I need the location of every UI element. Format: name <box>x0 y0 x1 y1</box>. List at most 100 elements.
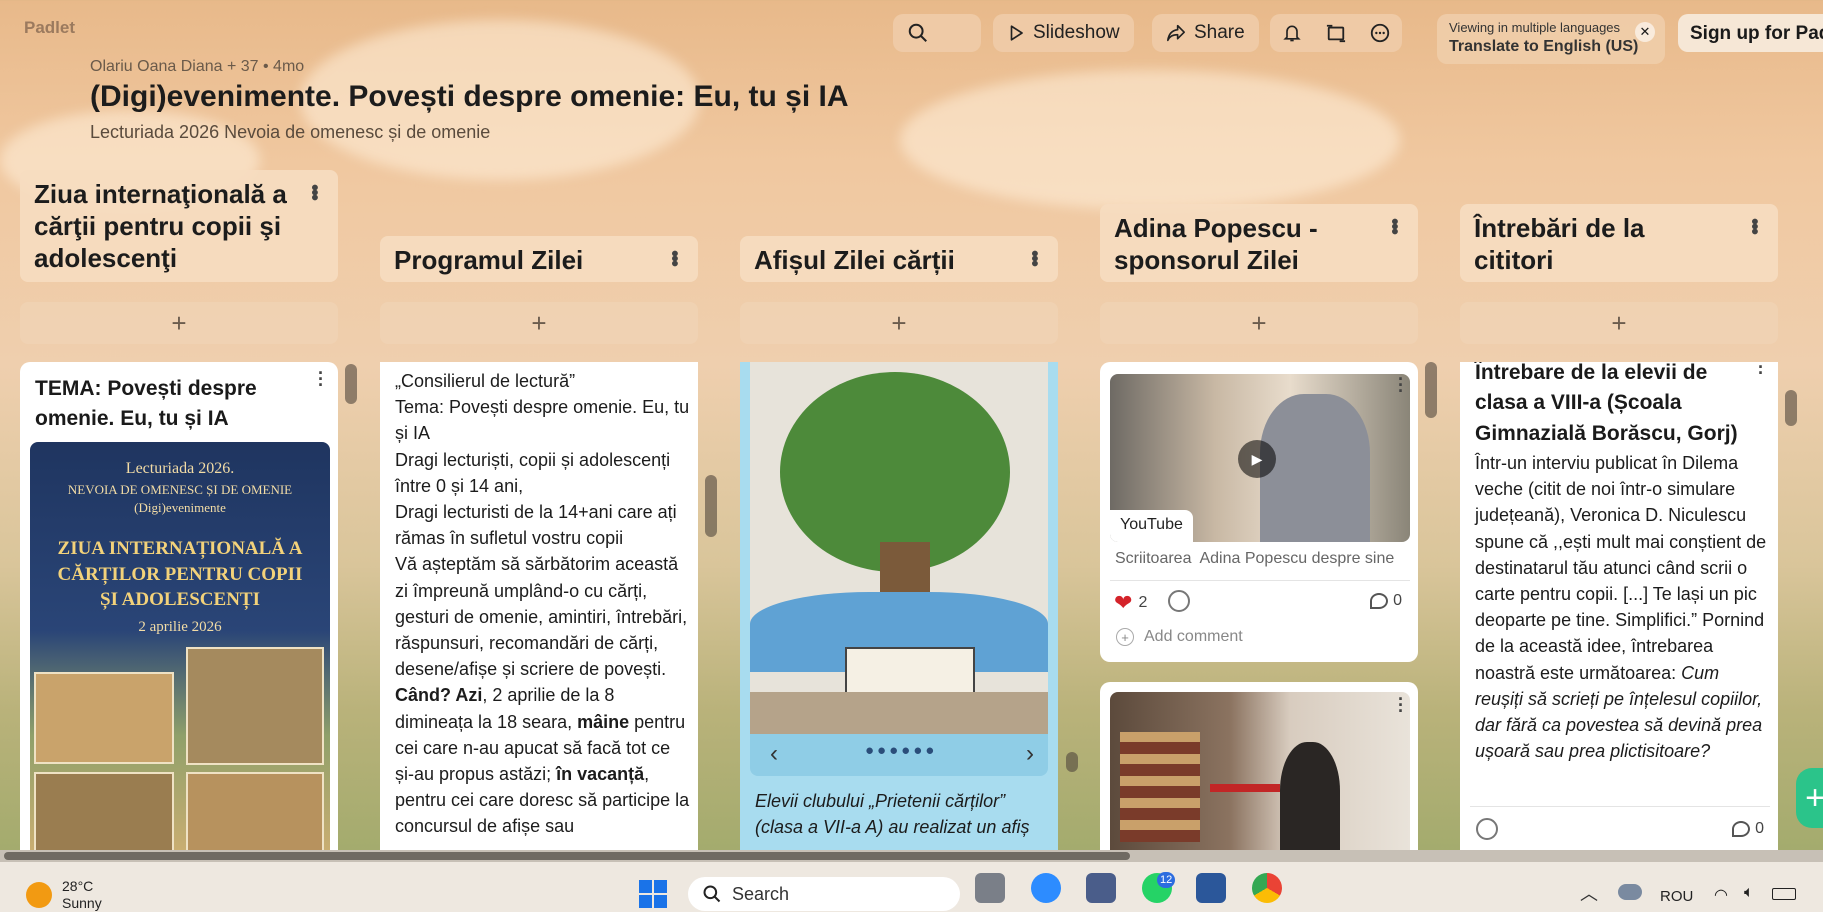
slideshow-button[interactable]: Slideshow <box>993 14 1134 52</box>
column-title: Adina Popescu - sponsorul Zilei <box>1114 213 1318 276</box>
add-post-button[interactable]: + <box>1460 302 1778 344</box>
bold-text: Când? Azi <box>395 685 483 706</box>
snipping-tool-icon[interactable] <box>1086 873 1116 903</box>
signup-button[interactable]: Sign up for Padlet <box>1678 14 1823 52</box>
column-header[interactable]: Afișul Zilei cărții ••• <box>740 236 1058 282</box>
column-title: Întrebări de la cititori <box>1474 213 1645 276</box>
column-header[interactable]: Ziua internaţională a cărţii pentru copi… <box>20 170 338 282</box>
plus-icon: + <box>1805 778 1823 817</box>
start-button[interactable] <box>639 880 667 908</box>
column-header[interactable]: Întrebări de la cititori ••• <box>1460 204 1778 282</box>
post-card[interactable]: · · · <box>1100 682 1418 850</box>
page-subtitle: Lecturiada 2026 Nevoia de omenesc și de … <box>90 122 491 142</box>
video-thumbnail[interactable]: ▶ YouTube <box>1110 374 1410 542</box>
poster-line: (Digi)evenimente <box>134 500 226 515</box>
column-scrollbar[interactable] <box>705 475 717 537</box>
column-scrollbar[interactable] <box>1066 752 1078 772</box>
column-scrollbar[interactable] <box>1425 362 1437 418</box>
close-icon[interactable]: ✕ <box>1635 22 1655 42</box>
chevron-right-icon[interactable]: › <box>1026 740 1034 768</box>
poster-photo <box>34 772 174 850</box>
post-paragraph: Dragi lecturisti de la 14+ani care ați r… <box>395 502 677 549</box>
post-card[interactable]: ▶ YouTube · · · Scriitoarea Adina Popescu … <box>1100 362 1418 662</box>
page-title: (Digi)evenimente. Povești despre omenie:… <box>90 80 849 113</box>
add-comment[interactable]: + Add comment <box>1116 628 1243 646</box>
column-scrollbar[interactable] <box>1785 390 1797 426</box>
post-card[interactable]: ‹ ●●●●●● › Elevii clubului „Prietenii că… <box>740 362 1058 850</box>
column-menu-icon[interactable]: ••• <box>661 250 686 265</box>
taskbar-search[interactable]: Search <box>688 877 960 911</box>
volume-icon[interactable]: 🔈︎ <box>1744 884 1754 902</box>
remake-button[interactable] <box>1314 14 1358 52</box>
add-post-button[interactable]: + <box>20 302 338 344</box>
more-icon <box>1370 23 1390 43</box>
chrome-icon[interactable] <box>1252 873 1282 903</box>
column-title: Afișul Zilei cărții <box>754 245 955 275</box>
post-menu-icon[interactable]: ··· <box>312 364 330 394</box>
poster-photo <box>186 647 324 765</box>
column-menu-icon[interactable]: ••• <box>301 184 326 199</box>
column-scrollbar[interactable] <box>345 364 357 404</box>
video-meta: Scriitoarea Adina Popescu despre sine <box>1115 550 1395 567</box>
poster-line: NEVOIA DE OMENESC ȘI DE OMENIE <box>67 482 293 497</box>
pebbles <box>750 692 1048 734</box>
task-view-icon[interactable] <box>975 873 1005 903</box>
add-post-button[interactable]: + <box>380 302 698 344</box>
carousel-dots[interactable]: ●●●●●● <box>865 742 937 759</box>
column-menu-icon[interactable]: ••• <box>1381 218 1406 233</box>
column-title: Ziua internaţională a cărţii pentru copi… <box>34 179 287 274</box>
post-menu-icon[interactable]: ··· <box>1392 370 1410 400</box>
poster-date: 2 aprilie 2026 <box>138 618 222 635</box>
onedrive-icon[interactable] <box>1618 884 1642 900</box>
red-shelf <box>1210 784 1280 792</box>
padlet-logo[interactable]: Padlet <box>24 18 75 38</box>
horizontal-scrollbar[interactable] <box>0 850 1823 862</box>
battery-icon[interactable] <box>1772 888 1796 900</box>
post-menu-icon[interactable]: ··· <box>1392 690 1410 720</box>
bookshelf <box>1120 732 1200 842</box>
column-header[interactable]: Programul Zilei ••• <box>380 236 698 282</box>
column-menu-icon[interactable]: ••• <box>1741 218 1766 233</box>
wifi-icon[interactable]: ◠ <box>1714 885 1728 905</box>
share-button[interactable]: Share <box>1152 14 1259 52</box>
add-post-button[interactable]: + <box>740 302 1058 344</box>
post-card[interactable]: TEMA: Povești despre omenie. Eu, tu și I… <box>20 362 338 850</box>
heart-icon: ❤ <box>1114 590 1133 615</box>
column-header[interactable]: Adina Popescu - sponsorul Zilei ••• <box>1100 204 1418 282</box>
more-button[interactable] <box>1358 14 1402 52</box>
notifications-button[interactable] <box>1270 14 1314 52</box>
slideshow-label: Slideshow <box>1033 22 1120 43</box>
play-icon[interactable]: ▶ <box>1238 440 1276 478</box>
poster-image[interactable]: Lecturiada 2026. NEVOIA DE OMENESC ȘI DE… <box>30 442 330 850</box>
scrollbar-thumb[interactable] <box>4 852 1130 860</box>
add-post-fab[interactable]: + <box>1796 768 1823 828</box>
language-indicator[interactable]: ROU <box>1660 888 1693 905</box>
comment-number: 0 <box>1755 820 1764 837</box>
post-card[interactable]: ··· Întrebare de la elevii de clasa a VI… <box>1460 362 1778 850</box>
toolbar <box>893 14 981 52</box>
youtube-badge: YouTube <box>1110 510 1193 542</box>
reaction-add-icon[interactable] <box>1168 590 1190 612</box>
add-comment-label: Add comment <box>1144 628 1243 645</box>
poster-drawing[interactable] <box>750 362 1048 734</box>
post-card[interactable]: „Consilierul de lectură” Tema: Povești d… <box>380 362 698 850</box>
translate-link[interactable]: Translate to English (US) <box>1449 38 1653 56</box>
reaction-add-icon[interactable] <box>1476 818 1498 840</box>
chevron-left-icon[interactable]: ‹ <box>770 740 778 768</box>
search-button[interactable] <box>893 14 981 52</box>
like-button[interactable]: ❤ 2 <box>1114 590 1147 616</box>
zoom-icon[interactable] <box>1031 873 1061 903</box>
divider <box>1110 580 1410 581</box>
add-post-button[interactable]: + <box>1100 302 1418 344</box>
board-meta: Olariu Oana Diana + 37 • 4mo <box>90 58 305 75</box>
share-icon <box>1167 24 1185 42</box>
comment-icon <box>1370 593 1389 609</box>
post-body: Într-un interviu publicat în Dilema vech… <box>1475 450 1767 764</box>
post-paragraph: Când? Azi, 2 aprilie de la 8 dimineața l… <box>395 682 690 839</box>
chevron-up-icon[interactable]: ︿ <box>1580 880 1598 906</box>
weather-widget[interactable]: 28°C Sunny <box>26 878 102 912</box>
column-menu-icon[interactable]: ••• <box>1021 250 1046 265</box>
post-photo[interactable] <box>1110 692 1410 850</box>
word-icon[interactable] <box>1196 873 1226 903</box>
translate-banner[interactable]: Viewing in multiple languages Translate … <box>1437 14 1665 64</box>
